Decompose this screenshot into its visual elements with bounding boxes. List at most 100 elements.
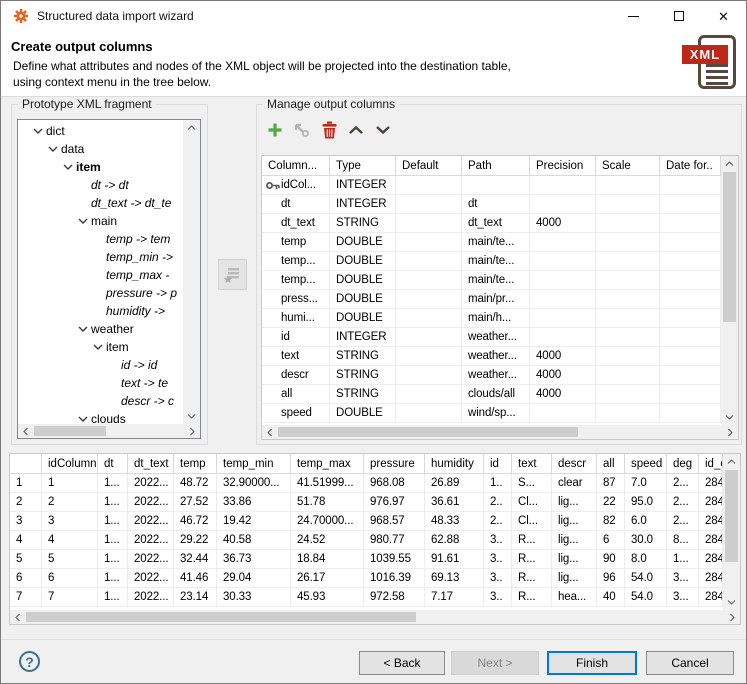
preview-cell[interactable]: 30.33 (217, 588, 291, 607)
column-dateformat-cell[interactable] (660, 385, 721, 404)
preview-cell[interactable]: 26.17 (291, 569, 364, 588)
column-def-row[interactable]: humi...DOUBLEmain/h... (262, 309, 721, 328)
preview-col-header[interactable]: pressure (364, 454, 425, 474)
scroll-down-icon[interactable] (723, 595, 740, 610)
column-path-cell[interactable]: main/h... (462, 309, 530, 328)
preview-cell[interactable]: 41.51999... (291, 474, 364, 493)
tree-item[interactable]: humidity -> (18, 302, 183, 320)
scroll-down-icon[interactable] (183, 409, 200, 424)
preview-cell[interactable]: clear (552, 474, 597, 493)
column-name-cell[interactable]: temp... (262, 271, 330, 290)
column-default-cell[interactable] (396, 328, 462, 347)
preview-cell[interactable]: 968.08 (364, 474, 425, 493)
tree-expander-chevron-icon[interactable] (75, 218, 91, 224)
column-type-cell[interactable]: STRING (330, 385, 396, 404)
preview-row[interactable]: 111...2022...48.7232.90000...41.51999...… (10, 474, 723, 493)
preview-col-header[interactable]: speed (625, 454, 667, 474)
preview-cell[interactable]: 91.61 (425, 550, 484, 569)
preview-cell[interactable]: Cl... (512, 512, 552, 531)
preview-col-header[interactable]: dt (98, 454, 128, 474)
scrollbar-thumb[interactable] (278, 427, 578, 437)
preview-row-number-cell[interactable]: 3 (10, 512, 42, 531)
column-dateformat-cell[interactable] (660, 195, 721, 214)
column-type-cell[interactable]: INTEGER (330, 328, 396, 347)
column-name-cell[interactable]: temp... (262, 252, 330, 271)
preview-cell[interactable]: 29.04 (217, 569, 291, 588)
preview-cell[interactable]: 69.13 (425, 569, 484, 588)
tree-expander-chevron-icon[interactable] (90, 344, 106, 350)
tree-horizontal-scrollbar[interactable] (18, 424, 200, 438)
preview-cell[interactable]: 48.72 (174, 474, 217, 493)
preview-cell[interactable]: 40.58 (217, 531, 291, 550)
preview-cell[interactable]: lig... (552, 493, 597, 512)
column-precision-cell[interactable] (530, 195, 596, 214)
column-name-cell[interactable]: id (262, 328, 330, 347)
column-type-cell[interactable]: DOUBLE (330, 290, 396, 309)
column-dateformat-cell[interactable] (660, 366, 721, 385)
preview-cell[interactable]: 7.17 (425, 588, 484, 607)
preview-row[interactable]: 771...2022...23.1430.3345.93972.587.173.… (10, 588, 723, 607)
preview-cell[interactable]: 1... (98, 493, 128, 512)
preview-cell[interactable]: 26.89 (425, 474, 484, 493)
preview-cell[interactable]: 41.46 (174, 569, 217, 588)
preview-cell[interactable]: 2... (667, 474, 699, 493)
preview-table[interactable]: idColumndtdt_texttemptemp_mintemp_maxpre… (9, 453, 741, 625)
tree-expander-chevron-icon[interactable] (75, 326, 91, 332)
preview-cell[interactable]: 3.. (484, 588, 512, 607)
preview-cell[interactable]: 19.42 (217, 512, 291, 531)
column-precision-cell[interactable]: 4000 (530, 214, 596, 233)
preview-cell[interactable]: lig... (552, 531, 597, 550)
tree-expander-chevron-icon[interactable] (30, 128, 46, 134)
preview-cell[interactable]: 6 (42, 569, 98, 588)
preview-cell[interactable]: 23.14 (174, 588, 217, 607)
column-type-cell[interactable]: DOUBLE (330, 271, 396, 290)
next-button[interactable]: Next > (451, 651, 539, 675)
column-name-cell[interactable]: temp (262, 233, 330, 252)
columns-grid-col-header[interactable]: Precision (530, 156, 596, 176)
preview-cell[interactable]: 24.52 (291, 531, 364, 550)
preview-cell[interactable]: 24.70000... (291, 512, 364, 531)
column-name-cell[interactable]: descr (262, 366, 330, 385)
column-path-cell[interactable] (462, 176, 530, 195)
tree-item[interactable]: main (18, 212, 183, 230)
preview-cell[interactable]: 45.93 (291, 588, 364, 607)
preview-row-number-cell[interactable]: 2 (10, 493, 42, 512)
column-precision-cell[interactable] (530, 328, 596, 347)
preview-cell[interactable]: 2847 (699, 474, 723, 493)
column-precision-cell[interactable]: 4000 (530, 385, 596, 404)
add-column-button[interactable] (264, 120, 286, 142)
minimize-button[interactable] (611, 1, 656, 31)
tree-item[interactable]: item (18, 338, 183, 356)
scroll-left-icon[interactable] (18, 424, 33, 438)
preview-col-header[interactable]: dt_text (128, 454, 174, 474)
preview-cell[interactable]: 54.0 (625, 588, 667, 607)
xml-tree[interactable]: dictdataitemdt -> dtdt_text -> dt_temain… (17, 119, 201, 439)
preview-col-header[interactable]: descr (552, 454, 597, 474)
close-button[interactable]: ✕ (701, 1, 746, 31)
tree-item[interactable]: temp_max - (18, 266, 183, 284)
preview-cell[interactable]: 6.0 (625, 512, 667, 531)
column-type-cell[interactable]: STRING (330, 214, 396, 233)
preview-cell[interactable]: 1... (98, 569, 128, 588)
preview-cell[interactable]: 6 (597, 531, 625, 550)
preview-cell[interactable]: 51.78 (291, 493, 364, 512)
preview-row-number-cell[interactable]: 4 (10, 531, 42, 550)
scroll-up-icon[interactable] (723, 454, 740, 469)
preview-row-number-cell[interactable]: 7 (10, 588, 42, 607)
tree-expander-chevron-icon[interactable] (45, 146, 61, 152)
scroll-up-icon[interactable] (721, 156, 738, 171)
preview-cell[interactable]: 8... (667, 531, 699, 550)
preview-cell[interactable]: 27.52 (174, 493, 217, 512)
preview-cell[interactable]: 3 (42, 512, 98, 531)
preview-row[interactable]: 661...2022...41.4629.0426.171016.3969.13… (10, 569, 723, 588)
preview-cell[interactable]: 2022... (128, 588, 174, 607)
preview-col-header[interactable]: id_c (699, 454, 723, 474)
preview-cell[interactable]: 3.. (484, 550, 512, 569)
help-button[interactable]: ? (19, 651, 40, 672)
preview-cell[interactable]: 2022... (128, 531, 174, 550)
column-scale-cell[interactable] (596, 385, 660, 404)
column-name-cell[interactable]: text (262, 347, 330, 366)
column-type-cell[interactable]: DOUBLE (330, 252, 396, 271)
column-dateformat-cell[interactable] (660, 404, 721, 423)
tree-item[interactable]: descr -> c (18, 392, 183, 410)
